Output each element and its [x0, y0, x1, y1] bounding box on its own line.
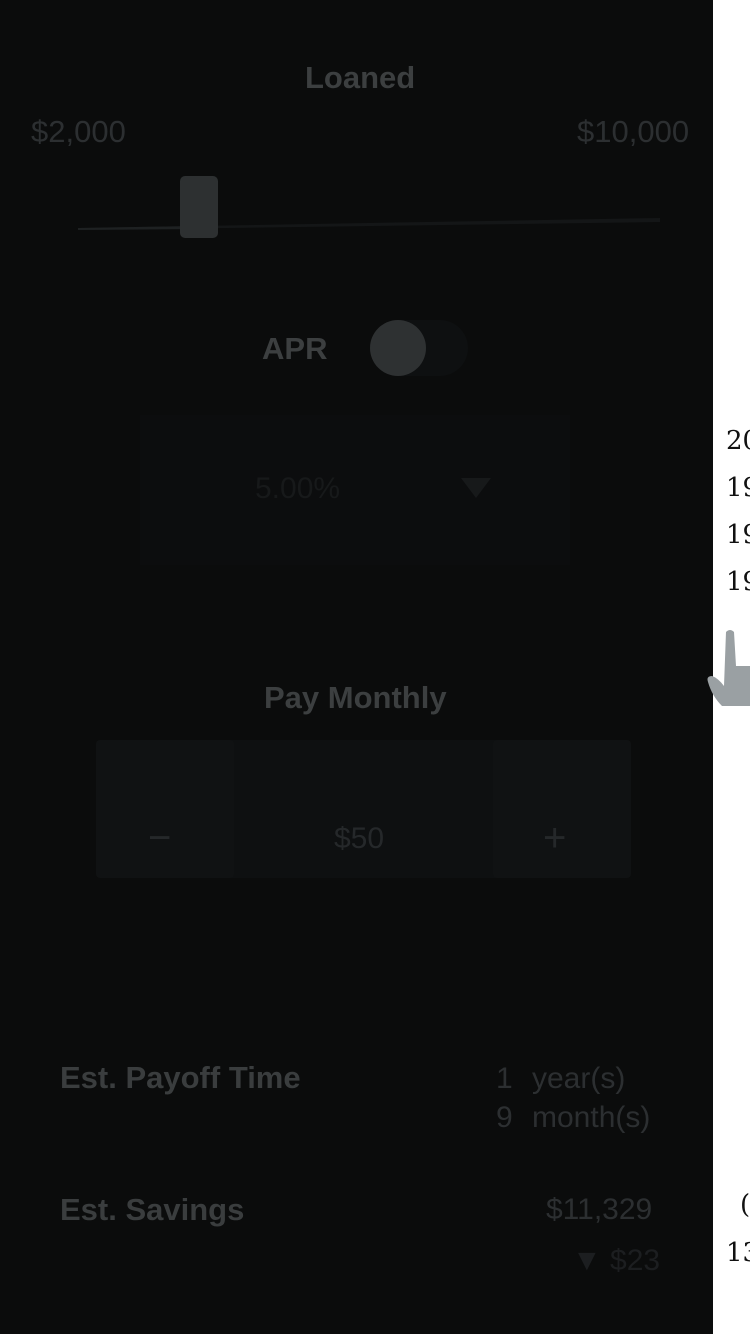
savings-label: Est. Savings [60, 1192, 245, 1227]
background-number: 19 [726, 520, 750, 550]
background-number: 19 [726, 567, 750, 597]
apr-label: APR [262, 331, 328, 366]
background-paren: ( [740, 1190, 750, 1220]
loan-slider-track[interactable] [78, 218, 660, 232]
payment-amount: $50 [334, 822, 385, 855]
minus-icon: − [148, 816, 172, 860]
hand-pointer-icon [707, 630, 750, 706]
payoff-time-label: Est. Payoff Time [60, 1060, 301, 1095]
savings-value: $11,329 [546, 1193, 653, 1226]
payoff-years-unit: year(s) [532, 1062, 626, 1095]
payoff-months-unit: month(s) [532, 1101, 651, 1134]
payoff-years-value: 1 [496, 1062, 513, 1095]
toggle-knob [370, 320, 426, 376]
payoff-months-value: 9 [496, 1101, 513, 1134]
background-number: 20 [726, 426, 750, 456]
background-number: 19 [726, 473, 750, 503]
loan-slider-thumb[interactable] [180, 176, 218, 238]
loan-calculator-screen: Loaned $2,000 $10,000 APR 5.00% Pay Mont… [0, 0, 713, 1334]
loan-min-label: $2,000 [31, 114, 126, 149]
loan-max-label: $10,000 [577, 114, 690, 149]
background-number: 13 [726, 1238, 750, 1268]
apr-toggle[interactable] [370, 320, 468, 376]
chevron-down-icon [461, 478, 491, 498]
pay-monthly-title: Pay Monthly [264, 680, 447, 715]
plus-icon: + [543, 816, 567, 860]
apr-value: 5.00% [255, 472, 341, 505]
savings-delta: ▼ $23 [572, 1244, 661, 1277]
loaned-title: Loaned [305, 60, 416, 95]
apr-dropdown[interactable] [140, 415, 570, 565]
